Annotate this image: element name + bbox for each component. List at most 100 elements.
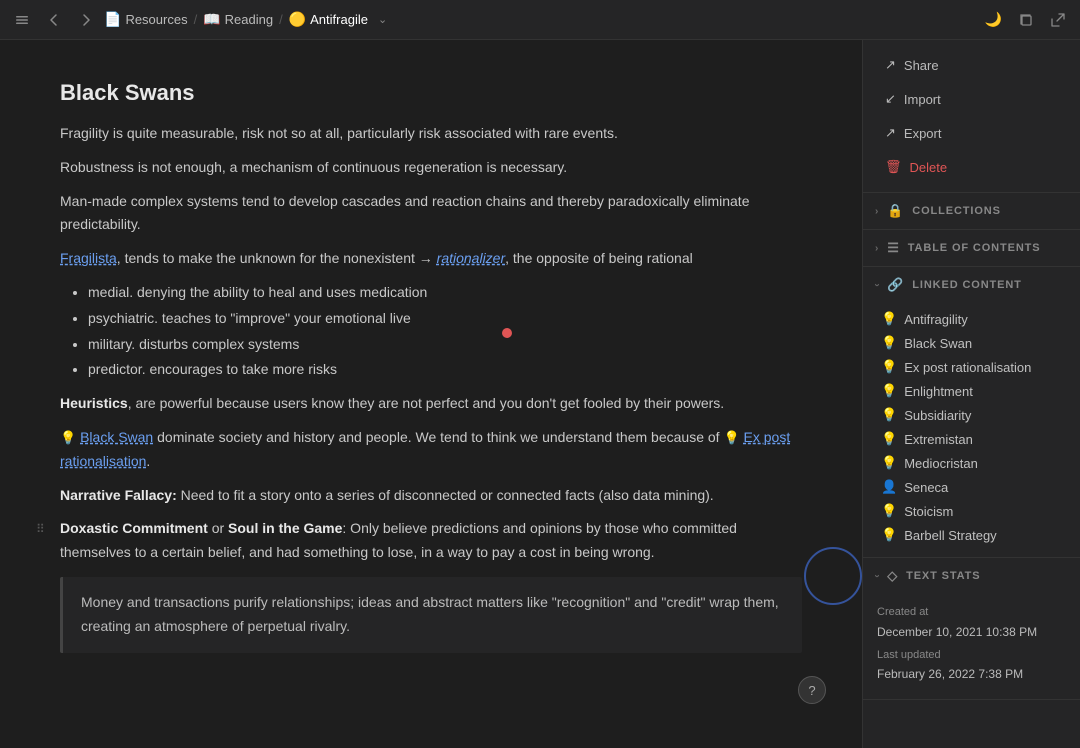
linked-item-mediocristan-label: Mediocristan — [904, 456, 978, 471]
linked-chevron: › — [872, 283, 883, 287]
rationalizer-link[interactable]: rationalizer — [437, 250, 505, 266]
linked-item-enlightment-label: Enlightment — [904, 384, 973, 399]
linked-item-ex-post-label: Ex post rationalisation — [904, 360, 1031, 375]
bulb-barbell-icon: 💡 — [881, 527, 897, 543]
linked-item-extremistan[interactable]: 💡 Extremistan — [875, 427, 1068, 451]
bulb-ex-post-icon: 💡 — [881, 359, 897, 375]
linked-item-enlightment[interactable]: 💡 Enlightment — [875, 379, 1068, 403]
bulb-icon-1: 💡 — [60, 430, 76, 445]
list-item: psychiatric. teaches to "improve" your e… — [88, 307, 802, 331]
stats-icon: ◇ — [887, 568, 898, 584]
expand-btn[interactable] — [1044, 8, 1072, 32]
stats-content: Created at December 10, 2021 10:38 PM La… — [863, 594, 1080, 699]
updated-at-row: Last updated February 26, 2022 7:38 PM — [877, 647, 1066, 684]
fragilista-link[interactable]: Fragilista — [60, 250, 117, 266]
duplicate-btn[interactable] — [1012, 8, 1040, 32]
breadcrumb-antifragile[interactable]: 🟡 Antifragile — [289, 11, 368, 28]
paragraph-2: Robustness is not enough, a mechanism of… — [60, 156, 802, 180]
right-sidebar: ↗ Share ↙ Import ↗ Export 🗑 Delete › 🔒 C… — [862, 40, 1080, 748]
drag-handle[interactable]: ⠿ — [36, 519, 45, 539]
sidebar-collapse-btn[interactable] — [8, 8, 36, 32]
breadcrumb-resources[interactable]: 📄 Resources — [104, 11, 188, 28]
main-layout: Black Swans Fragility is quite measurabl… — [0, 40, 1080, 748]
toc-header[interactable]: › ☰ TABLE OF CONTENTS — [863, 230, 1080, 266]
black-swan-link[interactable]: Black Swan — [80, 429, 153, 445]
linked-item-barbell[interactable]: 💡 Barbell Strategy — [875, 523, 1068, 547]
bulb-black-swan-icon: 💡 — [881, 335, 897, 351]
breadcrumb: 📄 Resources / 📖 Reading / 🟡 Antifragile … — [104, 11, 975, 28]
fragilista-paragraph: Fragilista, tends to make the unknown fo… — [60, 247, 802, 271]
created-at-row: Created at December 10, 2021 10:38 PM — [877, 604, 1066, 641]
import-button[interactable]: ↙ Import — [875, 84, 1068, 114]
linked-item-black-swan-label: Black Swan — [904, 336, 972, 351]
text-stats-header[interactable]: › ◇ TEXT STATS — [863, 558, 1080, 594]
breadcrumb-antifragile-label: Antifragile — [310, 12, 368, 27]
heuristics-bold: Heuristics — [60, 395, 128, 411]
delete-button[interactable]: 🗑 Delete — [875, 152, 1068, 182]
black-swan-rest: dominate society and history and people.… — [153, 429, 723, 445]
linked-content-label: LINKED CONTENT — [912, 279, 1021, 291]
bulb-antifragility-icon: 💡 — [881, 311, 897, 327]
content-area[interactable]: Black Swans Fragility is quite measurabl… — [0, 40, 862, 748]
created-value: December 10, 2021 10:38 PM — [877, 623, 1066, 641]
linked-item-extremistan-label: Extremistan — [904, 432, 973, 447]
circle-cursor — [804, 547, 862, 605]
breadcrumb-dropdown-btn[interactable]: ⌄ — [374, 11, 391, 28]
collections-label: COLLECTIONS — [912, 205, 1001, 217]
linked-item-stoicism-label: Stoicism — [904, 504, 953, 519]
linked-item-subsidiarity-label: Subsidiarity — [904, 408, 971, 423]
trash-icon: 🗑 — [885, 159, 902, 175]
paragraph-3: Man-made complex systems tend to develop… — [60, 190, 802, 238]
breadcrumb-reading[interactable]: 📖 Reading — [203, 11, 273, 28]
paragraph-1: Fragility is quite measurable, risk not … — [60, 122, 802, 146]
topbar-right: 🌙 — [979, 7, 1072, 32]
narrative-bold: Narrative Fallacy: — [60, 487, 177, 503]
doxastic-or: or — [208, 520, 228, 536]
bulb-enlightment-icon: 💡 — [881, 383, 897, 399]
linked-item-subsidiarity[interactable]: 💡 Subsidiarity — [875, 403, 1068, 427]
breadcrumb-sep-1: / — [194, 12, 198, 27]
help-button[interactable]: ? — [798, 676, 826, 704]
share-label: Share — [904, 58, 939, 73]
linked-content-list: 💡 Antifragility 💡 Black Swan 💡 Ex post r… — [863, 303, 1080, 557]
narrative-rest: Need to fit a story onto a series of dis… — [177, 487, 714, 503]
linked-item-antifragility[interactable]: 💡 Antifragility — [875, 307, 1068, 331]
linked-item-barbell-label: Barbell Strategy — [904, 528, 997, 543]
collections-icon: 🔒 — [887, 203, 904, 219]
rationalizer-rest: , the opposite of being rational — [505, 250, 693, 266]
forward-btn[interactable] — [72, 8, 100, 32]
export-label: Export — [904, 126, 942, 141]
red-dot[interactable] — [502, 328, 512, 338]
bulb-stoicism-icon: 💡 — [881, 503, 897, 519]
person-seneca-icon: 👤 — [881, 479, 897, 495]
collections-chevron: › — [875, 206, 879, 217]
dark-mode-btn[interactable]: 🌙 — [979, 7, 1008, 32]
share-button[interactable]: ↗ Share — [875, 50, 1068, 80]
list-item: medial. denying the ability to heal and … — [88, 281, 802, 305]
linked-content-header[interactable]: › 🔗 LINKED CONTENT — [863, 267, 1080, 303]
link-icon: 🔗 — [887, 277, 904, 293]
text-stats-label: TEXT STATS — [906, 570, 980, 582]
linked-item-stoicism[interactable]: 💡 Stoicism — [875, 499, 1068, 523]
bulb-extremistan-icon: 💡 — [881, 431, 897, 447]
text-stats-section: › ◇ TEXT STATS Created at December 10, 2… — [863, 558, 1080, 700]
reading-icon: 📖 — [203, 11, 220, 28]
bulb-icon-2: 💡 — [723, 430, 739, 445]
linked-item-ex-post[interactable]: 💡 Ex post rationalisation — [875, 355, 1068, 379]
breadcrumb-sep-2: / — [279, 12, 283, 27]
soul-bold: Soul in the Game — [228, 520, 342, 536]
linked-item-seneca-label: Seneca — [904, 480, 948, 495]
collections-header[interactable]: › 🔒 COLLECTIONS — [863, 193, 1080, 229]
linked-item-black-swan[interactable]: 💡 Black Swan — [875, 331, 1068, 355]
article-title: Black Swans — [60, 80, 802, 106]
bullet-list: medial. denying the ability to heal and … — [60, 281, 802, 382]
export-button[interactable]: ↗ Export — [875, 118, 1068, 148]
import-label: Import — [904, 92, 941, 107]
back-btn[interactable] — [40, 8, 68, 32]
list-item: military. disturbs complex systems — [88, 333, 802, 357]
list-item: predictor. encourages to take more risks — [88, 358, 802, 382]
linked-item-seneca[interactable]: 👤 Seneca — [875, 475, 1068, 499]
linked-item-mediocristan[interactable]: 💡 Mediocristan — [875, 451, 1068, 475]
share-icon: ↗ — [885, 57, 896, 73]
antifragile-icon: 🟡 — [289, 11, 306, 28]
